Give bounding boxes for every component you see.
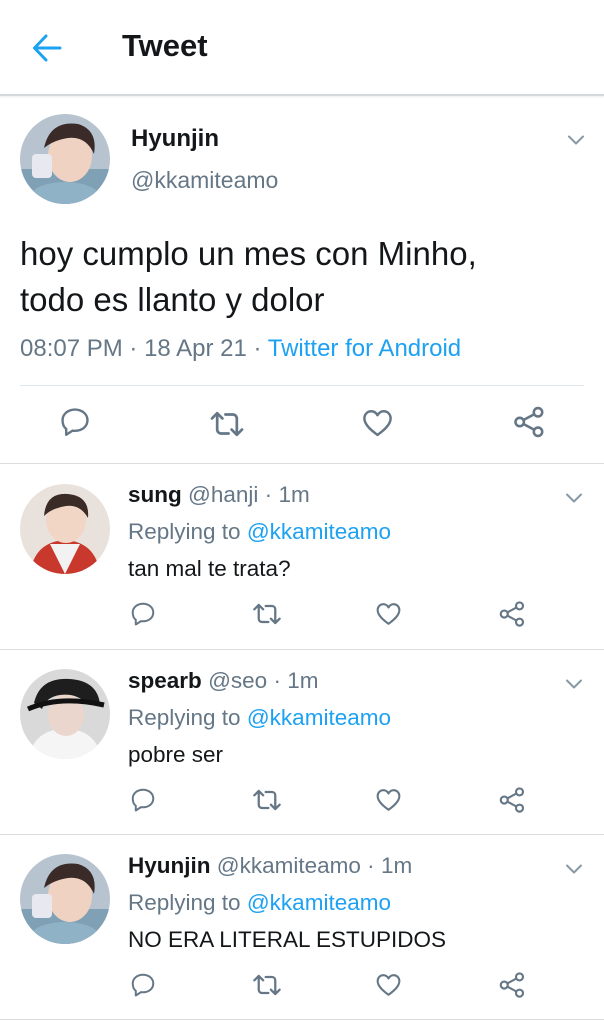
heart-icon xyxy=(374,599,403,628)
time-separator: · xyxy=(264,482,273,507)
tweet-date: 18 Apr 21 xyxy=(144,335,247,362)
reply-author-handle[interactable]: @hanji xyxy=(188,482,258,507)
avatar[interactable] xyxy=(20,484,110,574)
tweet-text-line-2: todo es llanto y dolor xyxy=(20,281,325,318)
avatar[interactable] xyxy=(20,669,110,759)
reply-author-name[interactable]: spearb xyxy=(128,668,202,693)
time-separator: · xyxy=(273,668,281,693)
share-icon xyxy=(497,599,527,629)
share-icon xyxy=(497,785,527,815)
heart-icon xyxy=(360,405,395,440)
more-options-button[interactable] xyxy=(564,128,588,152)
top-bar: Tweet xyxy=(0,0,604,96)
tweet-text-line-1: hoy cumplo un mes con Minho, xyxy=(20,235,477,272)
heart-icon xyxy=(374,785,403,814)
separator xyxy=(0,834,604,835)
reply-time: 1m xyxy=(287,668,319,693)
comment-icon xyxy=(129,600,157,628)
like-button[interactable] xyxy=(374,970,403,999)
retweet-button[interactable] xyxy=(251,784,283,816)
reply-header: spearb @seo · 1m xyxy=(128,668,318,694)
replying-to-label: Replying to xyxy=(128,519,241,544)
retweet-button[interactable] xyxy=(251,969,283,1001)
like-button[interactable] xyxy=(360,405,395,440)
divider xyxy=(20,385,584,386)
replying-to-line: Replying to @kkamiteamo xyxy=(128,705,391,731)
retweet-icon xyxy=(251,969,283,1001)
avatar[interactable] xyxy=(20,114,110,204)
author-handle[interactable]: @kkamiteamo xyxy=(131,167,278,194)
replying-to-handle[interactable]: @kkamiteamo xyxy=(247,890,391,915)
retweet-button[interactable] xyxy=(251,598,283,630)
reply-author-handle[interactable]: @seo xyxy=(208,668,267,693)
arrow-left-icon xyxy=(33,34,62,62)
replying-to-handle[interactable]: @kkamiteamo xyxy=(247,705,391,730)
replying-to-label: Replying to xyxy=(128,705,241,730)
like-button[interactable] xyxy=(374,785,403,814)
reply-text: NO ERA LITERAL ESTUPIDOS xyxy=(128,927,446,952)
reply-time: 1m xyxy=(380,853,413,878)
reply-author-name[interactable]: Hyunjin xyxy=(128,853,211,878)
reply-text: tan mal te trata? xyxy=(128,556,291,581)
reply-button[interactable] xyxy=(129,600,157,628)
chevron-down-icon xyxy=(562,672,586,696)
chevron-down-icon xyxy=(562,486,586,510)
replying-to-label: Replying to xyxy=(128,890,241,915)
back-button[interactable] xyxy=(30,31,64,65)
chevron-down-icon xyxy=(564,128,588,152)
share-icon xyxy=(497,970,527,1000)
more-options-button[interactable] xyxy=(562,486,586,510)
chevron-down-icon xyxy=(562,857,586,881)
more-options-button[interactable] xyxy=(562,857,586,881)
share-button[interactable] xyxy=(511,404,547,440)
comment-icon xyxy=(58,405,92,439)
like-button[interactable] xyxy=(374,599,403,628)
reply-text: pobre ser xyxy=(128,742,224,767)
time-separator: · xyxy=(367,853,375,878)
more-options-button[interactable] xyxy=(562,672,586,696)
reply-author-handle[interactable]: @kkamiteamo xyxy=(217,853,361,878)
tweet-text: hoy cumplo un mes con Minho, todo es lla… xyxy=(20,231,590,323)
tweet-meta: 08:07 PM · 18 Apr 21 · Twitter for Andro… xyxy=(20,335,461,363)
comment-icon xyxy=(129,971,157,999)
reply-header: sung @hanji · 1m xyxy=(128,482,310,508)
retweet-button[interactable] xyxy=(208,405,246,443)
page-title: Tweet xyxy=(122,28,208,63)
separator xyxy=(0,649,604,650)
comment-icon xyxy=(129,786,157,814)
reply-author-name[interactable]: sung xyxy=(128,482,182,507)
replying-to-line: Replying to @kkamiteamo xyxy=(128,519,391,545)
tweet-time: 08:07 PM xyxy=(20,335,123,362)
separator xyxy=(0,463,604,464)
retweet-icon xyxy=(208,405,246,443)
reply-time: 1m xyxy=(278,482,310,507)
avatar[interactable] xyxy=(20,854,110,944)
share-icon xyxy=(511,404,547,440)
tweet-source-link[interactable]: Twitter for Android xyxy=(268,335,461,362)
meta-separator: · xyxy=(129,335,138,362)
separator xyxy=(0,1019,604,1020)
share-button[interactable] xyxy=(497,785,527,815)
share-button[interactable] xyxy=(497,599,527,629)
replying-to-handle[interactable]: @kkamiteamo xyxy=(247,519,391,544)
reply-header: Hyunjin @kkamiteamo · 1m xyxy=(128,853,412,879)
heart-icon xyxy=(374,970,403,999)
replying-to-line: Replying to @kkamiteamo xyxy=(128,890,391,916)
share-button[interactable] xyxy=(497,970,527,1000)
reply-button[interactable] xyxy=(58,405,92,439)
retweet-icon xyxy=(251,598,283,630)
reply-button[interactable] xyxy=(129,786,157,814)
retweet-icon xyxy=(251,784,283,816)
reply-button[interactable] xyxy=(129,971,157,999)
author-name[interactable]: Hyunjin xyxy=(131,125,219,153)
meta-separator: · xyxy=(253,335,262,362)
